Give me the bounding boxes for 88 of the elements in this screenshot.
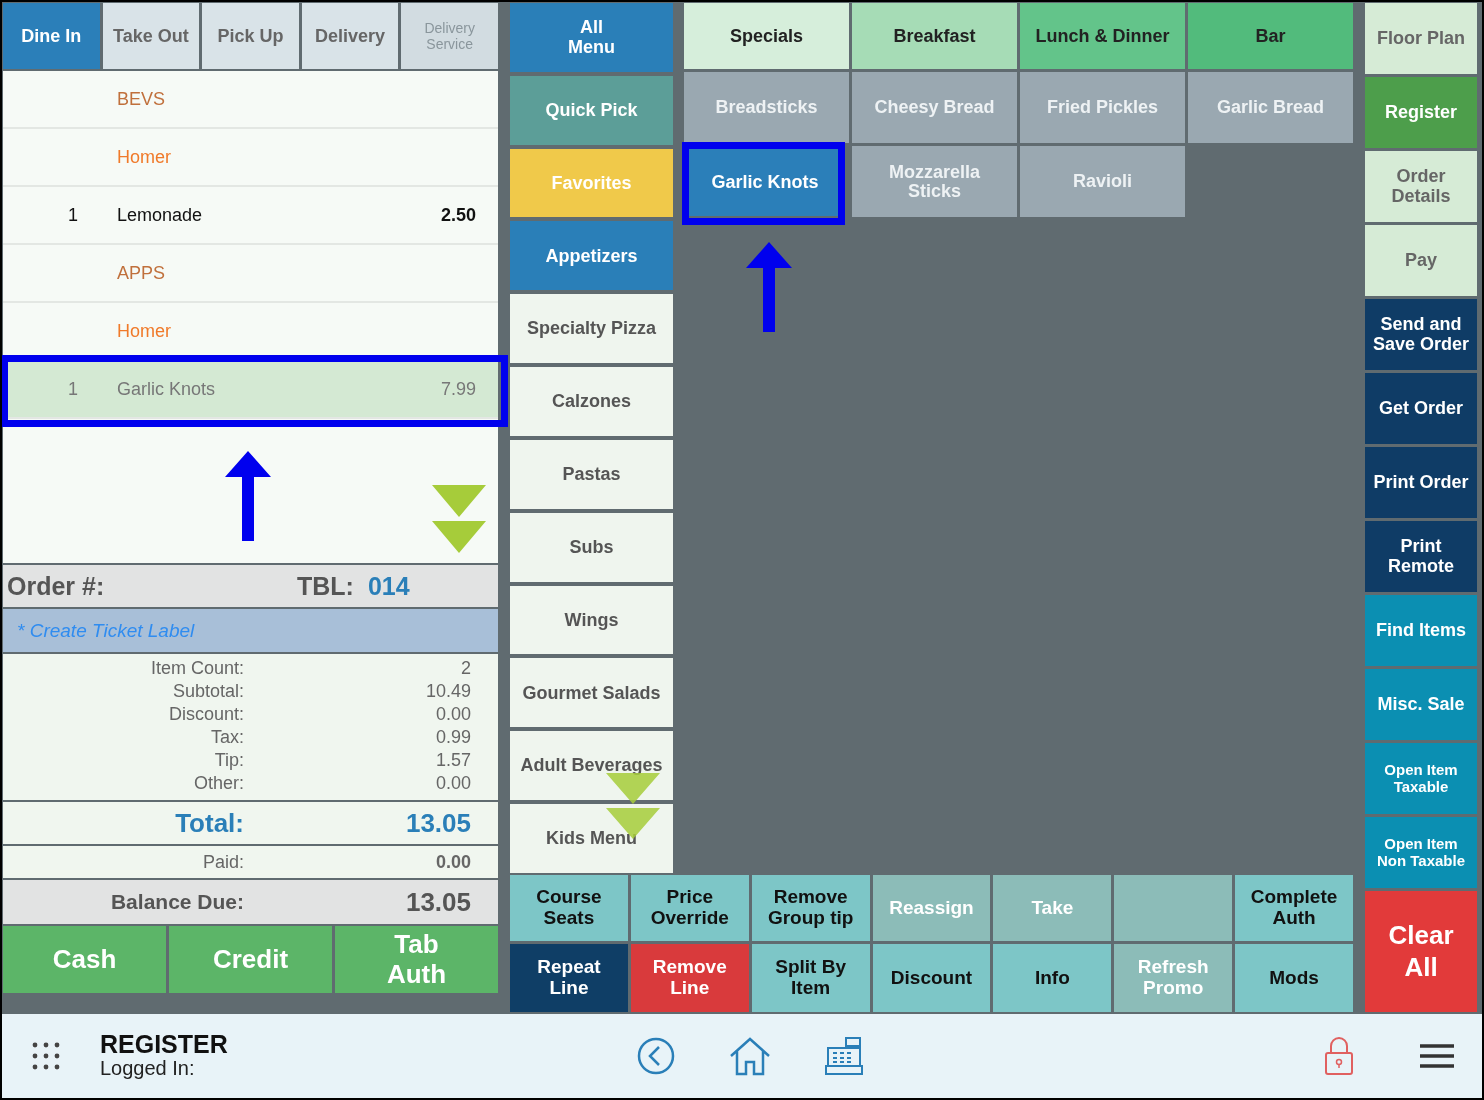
order-type-tab[interactable]: Pick Up: [202, 3, 299, 69]
lock-icon[interactable]: [1324, 1036, 1354, 1076]
side-button[interactable]: Find Items: [1365, 595, 1477, 666]
side-button[interactable]: Order Details: [1365, 151, 1477, 222]
logged-in-label: Logged In:: [100, 1057, 196, 1080]
category-button[interactable]: Kids Menu: [510, 804, 673, 873]
order-number-label: Order #:: [7, 571, 106, 601]
category-button[interactable]: Calzones: [510, 367, 673, 436]
category-button[interactable]: Gourmet Salads: [510, 658, 673, 728]
group-label: BEVS: [117, 88, 166, 110]
balance-due-label: Balance Due:: [109, 890, 244, 914]
payment-button[interactable]: Tab Auth: [335, 926, 498, 993]
action-button[interactable]: Discount: [872, 944, 991, 1012]
seat-label: Homer: [117, 320, 171, 342]
order-type-tab[interactable]: Delivery: [301, 3, 399, 69]
category-button[interactable]: All Menu: [510, 3, 673, 72]
menu-tab[interactable]: Breakfast: [852, 3, 1017, 69]
side-button[interactable]: Register: [1365, 77, 1477, 148]
menu-tab[interactable]: Lunch & Dinner: [1020, 3, 1185, 69]
group-label: APPS: [117, 262, 166, 284]
summary-label: Other:: [192, 773, 244, 794]
summary-value: 1.57: [434, 750, 471, 771]
action-button[interactable]: Remove Group tip: [751, 875, 870, 941]
category-button[interactable]: Pastas: [510, 439, 673, 509]
line-quantity: 1: [67, 378, 79, 400]
category-button[interactable]: Appetizers: [510, 221, 673, 291]
paid-value: 0.00: [434, 851, 471, 873]
up-arrow-icon: [223, 449, 273, 541]
action-button[interactable]: Price Override: [630, 875, 749, 941]
balance-due-value: 13.05: [404, 886, 471, 918]
menu-tab[interactable]: Specials: [684, 3, 849, 69]
home-icon[interactable]: [728, 1036, 772, 1076]
action-button[interactable]: Mods: [1235, 944, 1353, 1012]
summary-value: 0.99: [434, 727, 471, 748]
order-type-tab[interactable]: Dine In: [3, 3, 100, 69]
cash-register-icon[interactable]: [824, 1036, 864, 1076]
summary-value: 0.00: [434, 773, 471, 794]
menu-item-button[interactable]: Garlic Knots: [689, 149, 841, 216]
summary-label: Item Count:: [149, 658, 244, 679]
screen-title: REGISTER: [100, 1032, 228, 1057]
payment-button[interactable]: Credit: [169, 926, 332, 993]
summary-label: Discount:: [167, 704, 244, 725]
side-button[interactable]: Get Order: [1365, 373, 1477, 444]
payment-button[interactable]: Cash: [3, 926, 166, 993]
menu-tab[interactable]: Bar: [1188, 3, 1353, 69]
action-button[interactable]: Split By Item: [751, 944, 870, 1012]
summary-value: 2: [460, 658, 471, 679]
category-button[interactable]: Wings: [510, 585, 673, 655]
back-icon[interactable]: [636, 1036, 676, 1076]
side-button[interactable]: Print Remote: [1365, 521, 1477, 592]
summary-label: Tax:: [210, 727, 244, 748]
apps-grid-icon[interactable]: [32, 1042, 60, 1070]
side-button[interactable]: Send and Save Order: [1365, 299, 1477, 370]
category-button[interactable]: Subs: [510, 512, 673, 582]
action-button[interactable]: Remove Line: [630, 944, 749, 1012]
summary-value: 10.49: [424, 681, 471, 702]
order-line[interactable]: 1 Lemonade 2.50: [3, 187, 498, 245]
seat-label: Homer: [117, 146, 171, 168]
action-button[interactable]: Info: [993, 944, 1112, 1012]
line-price: 2.50: [440, 204, 476, 226]
line-quantity: 1: [67, 204, 79, 226]
side-button[interactable]: Open Item Taxable: [1365, 743, 1477, 814]
summary-label: Tip:: [213, 750, 244, 771]
clear-all-button[interactable]: Clear All: [1365, 891, 1477, 1012]
category-button[interactable]: Specialty Pizza: [510, 294, 673, 364]
side-button[interactable]: Open Item Non Taxable: [1365, 817, 1477, 888]
line-item-name: Lemonade: [117, 204, 204, 226]
summary-label: Subtotal:: [171, 681, 244, 702]
table-label: TBL:: [297, 571, 354, 601]
total-value: 13.05: [404, 807, 471, 839]
up-arrow-icon: [744, 240, 794, 332]
paid-label: Paid:: [201, 851, 244, 873]
side-button[interactable]: Misc. Sale: [1365, 669, 1477, 740]
order-type-tab[interactable]: Take Out: [102, 3, 200, 69]
summary-value: 0.00: [434, 704, 471, 725]
side-button[interactable]: Print Order: [1365, 447, 1477, 518]
action-button[interactable]: Complete Auth: [1235, 875, 1353, 941]
menu-icon[interactable]: [1420, 1043, 1454, 1069]
category-button[interactable]: Quick Pick: [510, 75, 673, 145]
category-button[interactable]: Adult Beverages: [510, 731, 673, 801]
action-button[interactable]: Repeat Line: [510, 944, 628, 1012]
line-item-name: Garlic Knots: [117, 378, 217, 400]
action-button[interactable]: Course Seats: [510, 875, 628, 941]
total-label: Total:: [174, 807, 244, 839]
side-button[interactable]: Floor Plan: [1365, 3, 1477, 74]
line-price: 7.99: [440, 378, 476, 400]
table-number: 014: [367, 571, 410, 601]
side-button[interactable]: Pay: [1365, 225, 1477, 296]
